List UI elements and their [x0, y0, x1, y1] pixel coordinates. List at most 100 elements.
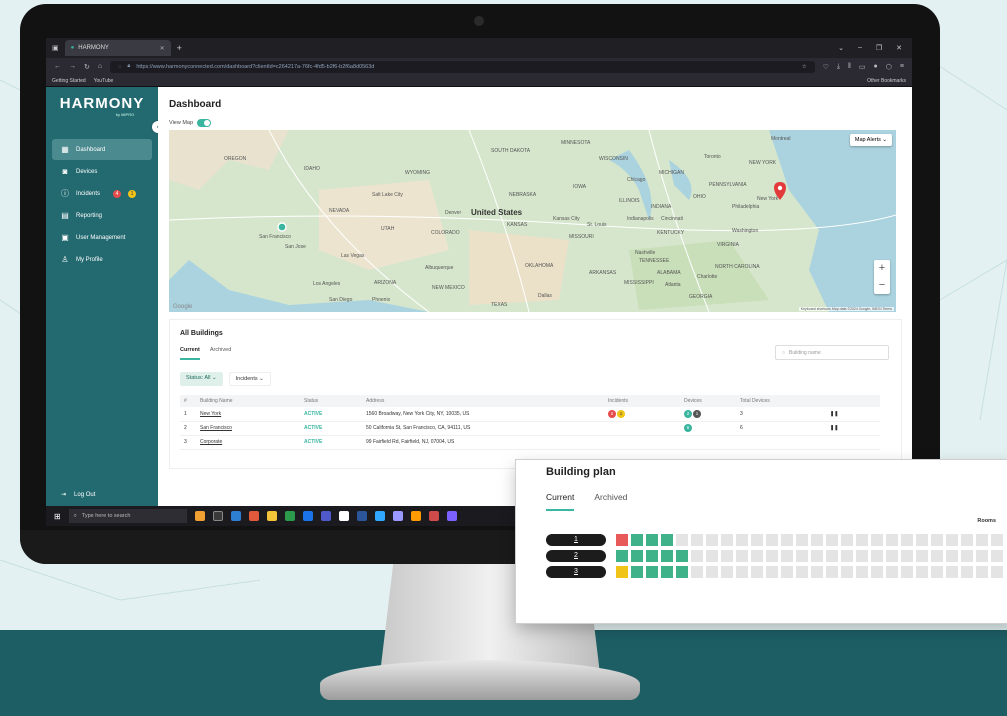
- room-cell[interactable]: [961, 550, 973, 562]
- room-cell[interactable]: [781, 566, 793, 578]
- room-cell[interactable]: [721, 550, 733, 562]
- pause-icon[interactable]: ❚❚: [826, 407, 880, 422]
- room-cell[interactable]: [901, 550, 913, 562]
- pocket-icon[interactable]: ♡: [823, 63, 829, 71]
- sidebar-item-dashboard[interactable]: ▦ Dashboard: [52, 139, 152, 160]
- room-cell[interactable]: [631, 534, 643, 546]
- taskbar-app-icon[interactable]: [266, 511, 277, 521]
- map-alerts-dropdown[interactable]: Map Alerts ⌄: [849, 134, 892, 146]
- view-map-toggle[interactable]: [197, 119, 212, 127]
- building-name-link[interactable]: New York: [200, 411, 221, 417]
- taskbar-app-icon[interactable]: [320, 511, 331, 521]
- taskbar-app-icon[interactable]: [338, 511, 349, 521]
- room-cell[interactable]: [841, 550, 853, 562]
- room-cell[interactable]: [631, 566, 643, 578]
- room-cell[interactable]: [991, 550, 1003, 562]
- new-tab-button[interactable]: +: [177, 43, 182, 53]
- room-cell[interactable]: [721, 534, 733, 546]
- room-cell[interactable]: [691, 550, 703, 562]
- library-icon[interactable]: ‖: [848, 63, 851, 70]
- location-pin-icon[interactable]: [277, 222, 287, 232]
- tab-current[interactable]: Current: [180, 347, 200, 360]
- taskbar-app-icon[interactable]: [194, 511, 205, 521]
- reload-icon[interactable]: ↻: [84, 63, 90, 71]
- room-cell[interactable]: [646, 550, 658, 562]
- sidebar-item-incidents[interactable]: ⓘ Incidents 4 1: [52, 183, 152, 204]
- room-cell[interactable]: [766, 550, 778, 562]
- minimize-button[interactable]: –: [858, 44, 862, 52]
- taskbar-app-icon[interactable]: [302, 511, 313, 521]
- room-cell[interactable]: [616, 534, 628, 546]
- tab-archived[interactable]: Archived: [594, 492, 627, 511]
- floor-button-3[interactable]: 3: [546, 566, 606, 578]
- forward-icon[interactable]: →: [69, 63, 76, 70]
- map-attribution[interactable]: Keyboard shortcuts Map data ©2024 Google…: [798, 307, 894, 311]
- download-icon[interactable]: ⤓: [837, 63, 840, 71]
- room-cell[interactable]: [736, 550, 748, 562]
- room-cell[interactable]: [931, 566, 943, 578]
- room-cell[interactable]: [931, 534, 943, 546]
- room-cell[interactable]: [781, 550, 793, 562]
- bookmark-star-icon[interactable]: ☆: [802, 64, 807, 70]
- chevron-down-icon[interactable]: ⌄: [838, 44, 844, 52]
- room-cell[interactable]: [871, 566, 883, 578]
- room-cell[interactable]: [916, 550, 928, 562]
- sidebar-item-reporting[interactable]: ▤ Reporting: [52, 205, 152, 226]
- close-tab-icon[interactable]: ✕: [160, 45, 165, 52]
- sidebar-item-user-management[interactable]: ▣ User Management: [52, 227, 152, 248]
- room-cell[interactable]: [826, 534, 838, 546]
- room-cell[interactable]: [751, 566, 763, 578]
- room-cell[interactable]: [826, 566, 838, 578]
- zoom-out-button[interactable]: −: [874, 277, 890, 294]
- room-cell[interactable]: [691, 534, 703, 546]
- room-cell[interactable]: [901, 566, 913, 578]
- extensions-icon[interactable]: ⬡: [886, 63, 892, 71]
- browser-menu-icon[interactable]: ▣: [52, 44, 59, 52]
- logout-button[interactable]: ⇥ Log Out: [61, 491, 95, 499]
- taskbar-app-icon[interactable]: [230, 511, 241, 521]
- building-name-link[interactable]: San Francisco: [200, 425, 232, 431]
- room-cell[interactable]: [916, 566, 928, 578]
- room-cell[interactable]: [616, 566, 628, 578]
- status-filter-dropdown[interactable]: Status: All ⌄: [180, 372, 223, 386]
- table-row[interactable]: 1 New York ACTIVE 1560 Broadway, New Yor…: [180, 407, 880, 422]
- room-cell[interactable]: [796, 550, 808, 562]
- location-pin-icon[interactable]: [774, 182, 786, 200]
- room-cell[interactable]: [841, 534, 853, 546]
- taskbar-app-icon[interactable]: [374, 511, 385, 521]
- room-cell[interactable]: [796, 534, 808, 546]
- room-cell[interactable]: [871, 534, 883, 546]
- room-cell[interactable]: [736, 566, 748, 578]
- room-cell[interactable]: [931, 550, 943, 562]
- taskbar-app-icon[interactable]: [392, 511, 403, 521]
- room-cell[interactable]: [811, 550, 823, 562]
- tab-current[interactable]: Current: [546, 492, 575, 511]
- floor-button-2[interactable]: 2: [546, 550, 606, 562]
- taskbar-app-icon[interactable]: [446, 511, 457, 521]
- room-cell[interactable]: [751, 534, 763, 546]
- taskbar-app-icon[interactable]: [248, 511, 259, 521]
- room-cell[interactable]: [976, 566, 988, 578]
- room-cell[interactable]: [946, 566, 958, 578]
- url-field[interactable]: ◌ 🔒︎ https://www.harmonyconnected.com/da…: [110, 60, 815, 73]
- room-cell[interactable]: [871, 550, 883, 562]
- room-cell[interactable]: [661, 550, 673, 562]
- room-cell[interactable]: [721, 566, 733, 578]
- windows-start-icon[interactable]: ⊞: [54, 512, 61, 521]
- room-cell[interactable]: [856, 550, 868, 562]
- other-bookmarks[interactable]: Other Bookmarks: [867, 78, 906, 84]
- room-cell[interactable]: [886, 534, 898, 546]
- room-cell[interactable]: [886, 550, 898, 562]
- taskbar-app-icon[interactable]: [428, 511, 439, 521]
- room-cell[interactable]: [676, 566, 688, 578]
- floor-button-1[interactable]: 1: [546, 534, 606, 546]
- bookmark-youtube[interactable]: YouTube: [94, 78, 114, 84]
- sidebar-icon[interactable]: ▭: [859, 63, 866, 71]
- room-cell[interactable]: [766, 566, 778, 578]
- room-cell[interactable]: [826, 550, 838, 562]
- maximize-button[interactable]: ❐: [876, 44, 882, 52]
- tab-archived[interactable]: Archived: [210, 347, 231, 360]
- room-cell[interactable]: [676, 534, 688, 546]
- room-cell[interactable]: [856, 534, 868, 546]
- room-cell[interactable]: [706, 534, 718, 546]
